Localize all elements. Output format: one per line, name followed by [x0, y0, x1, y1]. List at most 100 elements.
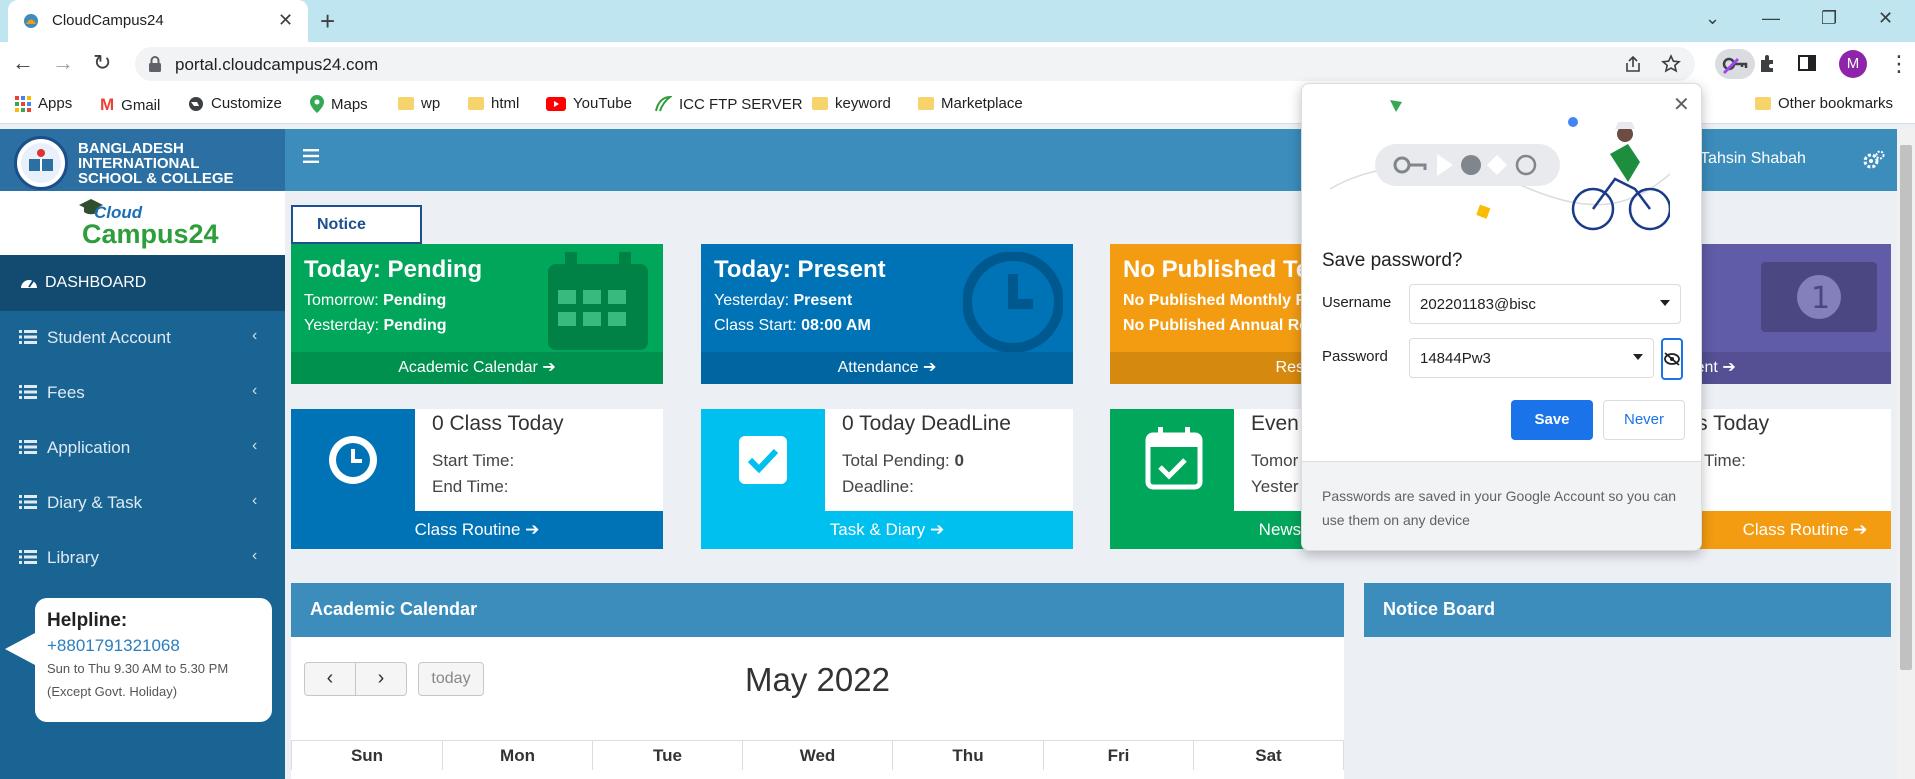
- sidebar-item-diary-task[interactable]: Diary & Task ‹: [0, 476, 285, 531]
- bookmark-wp[interactable]: wp: [398, 95, 440, 112]
- extensions-puzzle-icon[interactable]: [1757, 53, 1779, 75]
- list-icon: [19, 495, 37, 509]
- arrow-circle-right-icon: ➔: [525, 520, 540, 539]
- card-line-2: Class Start: 08:00 AM: [714, 317, 871, 334]
- weekday-header: Sat: [1193, 740, 1344, 770]
- info-footer-link[interactable]: Class Routine ➔: [291, 511, 663, 549]
- dashboard-gauge-icon: [20, 274, 38, 290]
- tab-title: CloudCampus24: [52, 12, 164, 29]
- password-field[interactable]: 14844Pw3: [1409, 338, 1654, 378]
- sidebar-dashboard-label: DASHBOARD: [45, 274, 147, 291]
- notice-board-body: [1364, 637, 1891, 779]
- card-footer-link[interactable]: Academic Calendar ➔: [291, 352, 663, 384]
- scrollbar-thumb[interactable]: [1900, 145, 1912, 670]
- card-line-2: Yesterday: Pending: [304, 317, 447, 334]
- never-button[interactable]: Never: [1603, 400, 1685, 440]
- back-icon[interactable]: ←: [12, 50, 34, 76]
- ftp-leaf-icon: [655, 95, 672, 112]
- info-row-1: Start Time:: [432, 451, 515, 470]
- share-icon[interactable]: [1623, 54, 1643, 74]
- user-name[interactable]: h Tahsin Shabah: [1687, 150, 1806, 168]
- card-title: Today: Present: [714, 256, 886, 283]
- bookmark-keyword[interactable]: keyword: [812, 95, 891, 112]
- list-icon: [19, 385, 37, 399]
- sidebar-item-student-account[interactable]: Student Account ‹: [0, 311, 285, 366]
- lock-icon[interactable]: [148, 55, 162, 73]
- close-icon[interactable]: ✕: [1673, 92, 1690, 117]
- tab-notice[interactable]: Notice: [291, 205, 422, 244]
- folder-icon: [1755, 97, 1771, 110]
- bookmark-other[interactable]: Other bookmarks: [1755, 95, 1893, 112]
- sidebar-item-fees[interactable]: Fees ‹: [0, 366, 285, 421]
- calendar-icon: [543, 252, 653, 352]
- cloudcampus-logo[interactable]: Cloud Campus24: [0, 191, 285, 255]
- url-text[interactable]: portal.cloudcampus24.com: [175, 55, 378, 75]
- weekday-header: Tue: [592, 740, 742, 770]
- bookmark-star-icon[interactable]: [1661, 54, 1681, 74]
- list-icon: [19, 550, 37, 564]
- bookmark-customize[interactable]: Customize: [188, 95, 282, 112]
- chevron-left-icon: ‹: [252, 382, 258, 399]
- sidebar-item-label: Library: [47, 548, 99, 567]
- weekday-header: Wed: [742, 740, 892, 770]
- minimize-icon[interactable]: —: [1762, 8, 1780, 29]
- weekday-header: Mon: [442, 740, 592, 770]
- pen-extension-icon[interactable]: [1720, 53, 1742, 75]
- address-toolbar: ← → ↻ portal.cloudcampus24.com M ⋮: [0, 42, 1915, 87]
- tab-strip: CloudCampus24 ✕ + ⌄ — ❐ ✕: [0, 0, 1915, 42]
- folder-icon: [468, 97, 484, 110]
- close-window-icon[interactable]: ✕: [1878, 8, 1893, 29]
- maps-pin-icon: [310, 95, 324, 113]
- save-button[interactable]: Save: [1511, 400, 1593, 440]
- hamburger-menu-icon[interactable]: [303, 149, 319, 163]
- bookmark-marketplace[interactable]: Marketplace: [918, 95, 1023, 112]
- forward-icon[interactable]: →: [52, 50, 74, 76]
- menu-kebab-icon[interactable]: ⋮: [1888, 51, 1910, 77]
- tab-search-icon[interactable]: ⌄: [1705, 8, 1720, 29]
- bookmark-youtube[interactable]: YouTube: [546, 95, 632, 112]
- card-line-2: No Published Annual Re: [1123, 317, 1309, 334]
- bookmark-icc-ftp[interactable]: ICC FTP SERVER: [654, 95, 803, 113]
- username-field[interactable]: 202201183@bisc: [1409, 284, 1681, 324]
- profile-avatar[interactable]: M: [1839, 50, 1867, 78]
- side-panel-icon[interactable]: [1797, 53, 1817, 73]
- info-box-class-today: 0 Class Today Start Time: End Time: Clas…: [291, 409, 663, 549]
- bookmark-maps[interactable]: Maps: [310, 95, 368, 113]
- arrow-circle-right-icon: ➔: [1722, 359, 1736, 376]
- apps-grid-icon: [15, 95, 31, 112]
- close-tab-icon[interactable]: ✕: [278, 10, 293, 31]
- calendar-check-icon: [1110, 409, 1234, 511]
- info-row-1: Total Pending: 0: [842, 451, 964, 470]
- info-title: 0 Today DeadLine: [842, 412, 1011, 435]
- sidebar-item-library[interactable]: Library ‹: [0, 531, 285, 586]
- page-scrollbar[interactable]: [1897, 129, 1915, 779]
- toggle-password-visibility-icon[interactable]: [1661, 338, 1683, 380]
- clock-icon: [963, 252, 1063, 352]
- globe-icon: [189, 96, 203, 111]
- reload-icon[interactable]: ↻: [93, 50, 111, 76]
- sidebar-item-label: Fees: [47, 383, 85, 402]
- sidebar-item-label: Diary & Task: [47, 493, 143, 512]
- settings-gears-icon[interactable]: [1863, 150, 1885, 170]
- info-footer-link[interactable]: Task & Diary ➔: [701, 511, 1073, 549]
- helpline-hours: Sun to Thu 9.30 AM to 5.30 PM: [47, 661, 229, 676]
- sidebar-item-application[interactable]: Application ‹: [0, 421, 285, 476]
- bookmark-apps[interactable]: Apps: [15, 95, 72, 112]
- card-line-1: Tomorrow: Pending: [304, 292, 447, 309]
- restore-icon[interactable]: ❐: [1821, 8, 1837, 29]
- weekday-header: Sun: [291, 740, 442, 770]
- sidebar-item-dashboard[interactable]: DASHBOARD: [0, 255, 285, 311]
- bookmark-html[interactable]: html: [468, 95, 519, 112]
- favicon-icon: [22, 12, 40, 30]
- weekday-header: Fri: [1043, 740, 1193, 770]
- bookmark-gmail[interactable]: M Gmail: [100, 95, 160, 115]
- card-footer-link[interactable]: Attendance ➔: [701, 352, 1073, 384]
- arrow-circle-right-icon: ➔: [542, 359, 556, 376]
- helpline-phone[interactable]: +8801791321068: [47, 636, 180, 656]
- info-box-deadline: 0 Today DeadLine Total Pending: 0 Deadli…: [701, 409, 1073, 549]
- omnibox[interactable]: portal.cloudcampus24.com: [135, 47, 1755, 81]
- new-tab-icon[interactable]: +: [320, 6, 335, 37]
- arrow-circle-right-icon: ➔: [1853, 520, 1868, 539]
- school-brand[interactable]: BANGLADESH INTERNATIONAL SCHOOL & COLLEG…: [0, 129, 285, 191]
- browser-tab[interactable]: CloudCampus24 ✕: [8, 0, 308, 42]
